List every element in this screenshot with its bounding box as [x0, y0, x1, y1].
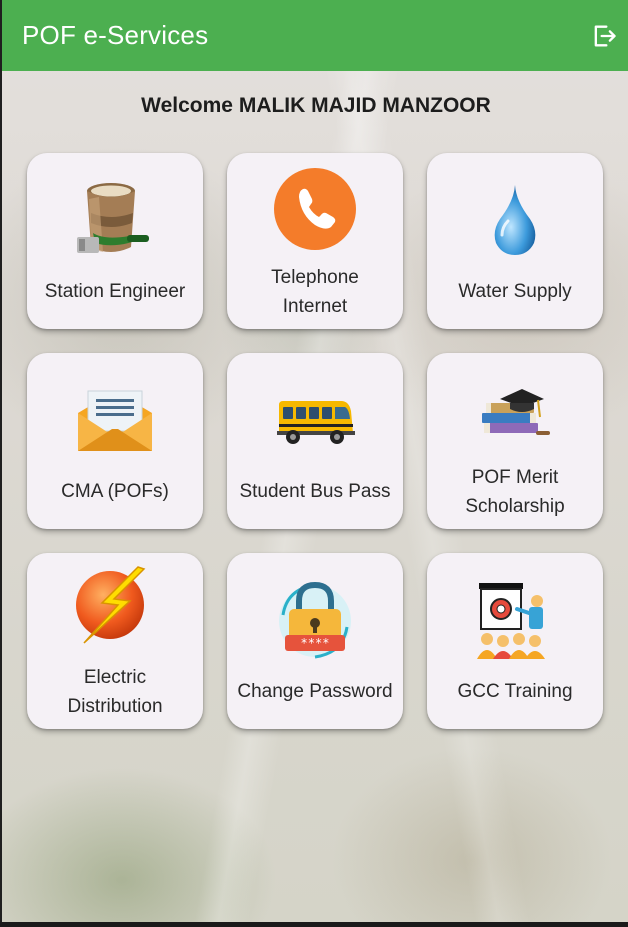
app-screen: POF e-Services Welcome MALIK MAJID MANZO… [2, 0, 628, 922]
water-drop-icon [494, 185, 536, 255]
tile-label: Student Bus Pass [239, 481, 391, 502]
paint-bucket-icon [77, 183, 149, 253]
tile-label: Electric Distribution [67, 667, 163, 717]
tile-cma-pofs[interactable]: CMA (POFs) [27, 353, 203, 529]
welcome-message: Welcome MALIK MAJID MANZOOR [141, 94, 491, 117]
lightning-bolt-icon [76, 566, 146, 644]
tile-student-bus-pass[interactable]: Student Bus Pass [227, 353, 403, 529]
tile-pof-merit-scholarship[interactable]: POF Merit Scholarship [427, 353, 603, 529]
graduation-books-icon [482, 389, 550, 435]
app-bar: POF e-Services [2, 0, 628, 71]
svg-text:****: **** [301, 636, 330, 650]
telephone-icon [274, 168, 356, 250]
tile-label: Change Password [237, 681, 393, 702]
school-bus-icon [277, 401, 355, 444]
tile-change-password[interactable]: **** Change Password [227, 553, 403, 729]
padlock-icon: **** [279, 581, 351, 659]
training-presentation-icon [477, 583, 545, 659]
tile-label: Station Engineer [44, 281, 186, 302]
bottom-edge [0, 922, 628, 927]
tile-electric-distribution[interactable]: Electric Distribution [27, 553, 203, 729]
envelope-icon [78, 390, 152, 451]
tile-telephone-internet[interactable]: Telephone Internet [227, 153, 403, 329]
tile-label: Telephone Internet [271, 267, 359, 317]
tile-label: CMA (POFs) [61, 481, 169, 502]
tile-water-supply[interactable]: Water Supply [427, 153, 603, 329]
tile-label: POF Merit Scholarship [465, 467, 565, 517]
tile-label: GCC Training [457, 681, 573, 702]
tile-gcc-training[interactable]: GCC Training [427, 553, 603, 729]
logout-icon[interactable] [590, 22, 618, 50]
app-title: POF e-Services [22, 20, 209, 50]
tile-label: Water Supply [458, 281, 572, 302]
tile-station-engineer[interactable]: Station Engineer [27, 153, 203, 329]
